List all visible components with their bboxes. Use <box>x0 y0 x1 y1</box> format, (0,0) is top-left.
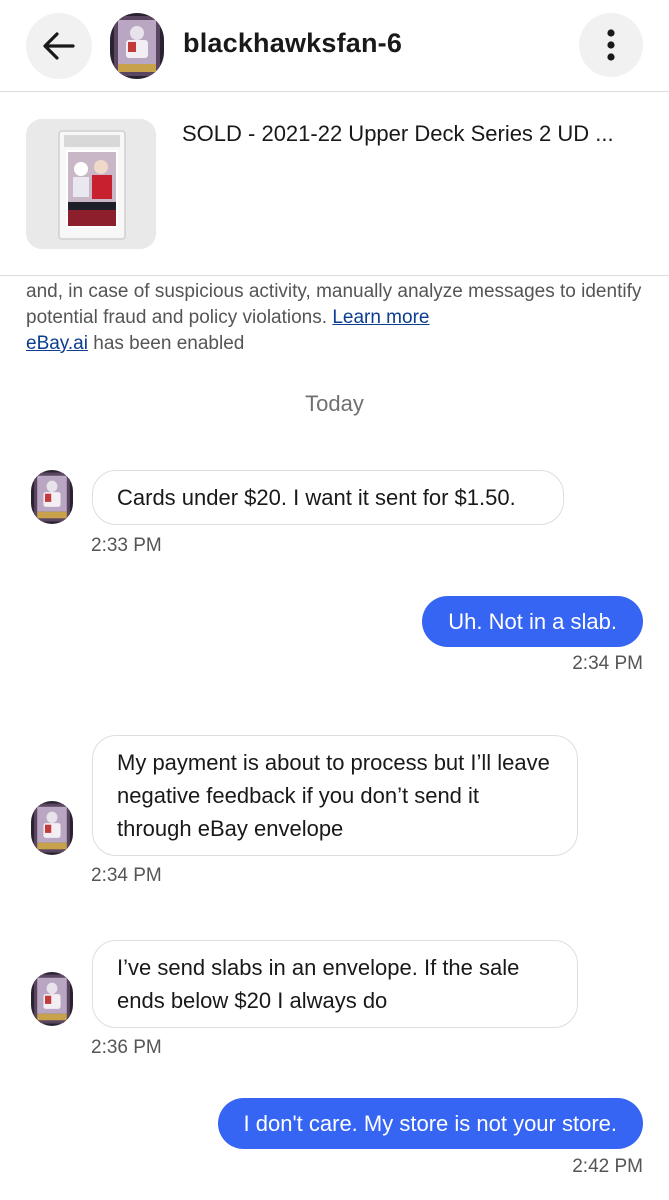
ai-notice: and, in case of suspicious activity, man… <box>26 279 646 357</box>
sender-avatar[interactable] <box>31 801 73 855</box>
listing-title[interactable]: SOLD - 2021-22 Upper Deck Series 2 UD ..… <box>182 121 614 147</box>
message-bubble-incoming[interactable]: Cards under $20. I want it sent for $1.5… <box>92 470 564 525</box>
message-timestamp: 2:34 PM <box>91 865 162 886</box>
username[interactable]: blackhawksfan-6 <box>183 28 402 59</box>
message-bubble-outgoing[interactable]: Uh. Not in a slab. <box>422 596 643 647</box>
message-timestamp: 2:36 PM <box>91 1037 162 1058</box>
day-separator: Today <box>305 391 364 416</box>
more-options-button[interactable] <box>579 13 643 77</box>
learn-more-link[interactable]: Learn more <box>332 307 429 328</box>
sender-avatar[interactable] <box>31 470 73 524</box>
sender-avatar[interactable] <box>31 972 73 1026</box>
message-timestamp: 2:34 PM <box>572 653 643 674</box>
message-bubble-incoming[interactable]: I’ve send slabs in an envelope. If the s… <box>92 940 578 1028</box>
back-button[interactable] <box>26 13 92 79</box>
message-bubble-outgoing[interactable]: I don't care. My store is not your store… <box>217 1098 643 1149</box>
notice-enabled-text: has been enabled <box>87 333 245 354</box>
ebay-ai-link[interactable]: eBay.ai <box>26 333 88 354</box>
conversation-header: blackhawksfan-6 <box>0 0 669 92</box>
listing-preview[interactable]: SOLD - 2021-22 Upper Deck Series 2 UD ..… <box>0 93 669 276</box>
message-bubble-incoming[interactable]: My payment is about to process but I’ll … <box>92 735 578 856</box>
seller-avatar[interactable] <box>110 13 164 79</box>
vertical-ellipsis-icon <box>607 29 615 61</box>
message-timestamp: 2:33 PM <box>91 535 162 556</box>
message-timestamp: 2:42 PM <box>572 1156 643 1177</box>
listing-thumbnail[interactable] <box>26 119 156 249</box>
arrow-left-icon <box>43 32 75 60</box>
